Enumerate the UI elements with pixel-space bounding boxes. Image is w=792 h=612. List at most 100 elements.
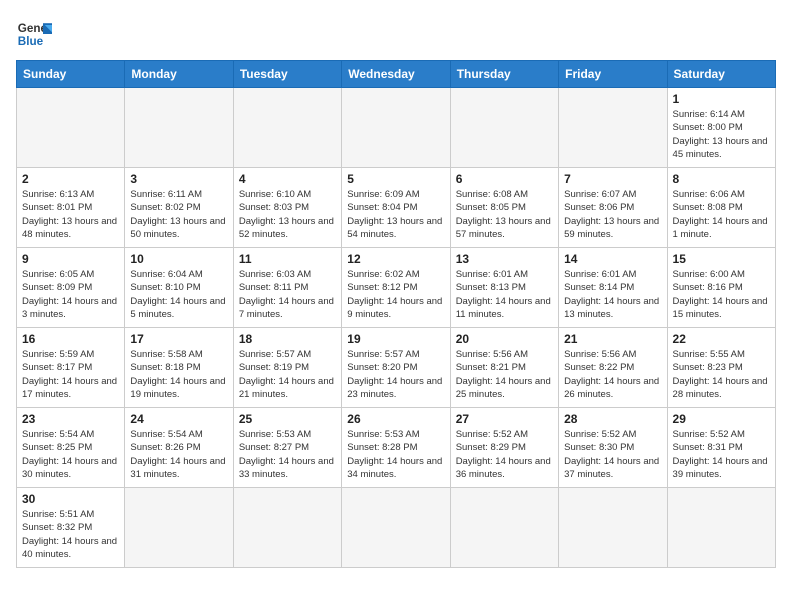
calendar-cell: 7Sunrise: 6:07 AM Sunset: 8:06 PM Daylig… (559, 168, 667, 248)
day-info: Sunrise: 6:06 AM Sunset: 8:08 PM Dayligh… (673, 188, 770, 241)
day-info: Sunrise: 6:00 AM Sunset: 8:16 PM Dayligh… (673, 268, 770, 321)
calendar-cell: 27 Sunrise: 5:52 AM Sunset: 8:29 PM Dayli… (450, 408, 558, 488)
calendar-cell: 5 Sunrise: 6:09 AM Sunset: 8:04 PM Daylig… (342, 168, 450, 248)
day-info: Sunrise: 6:09 AM Sunset: 8:04 PM Dayligh… (347, 188, 444, 241)
calendar-cell: 21 Sunrise: 5:56 AM Sunset: 8:22 PM Dayli… (559, 328, 667, 408)
day-info: Sunrise: 5:57 AM Sunset: 8:20 PM Dayligh… (347, 348, 444, 401)
calendar-cell: 1 Sunrise: 6:14 AM Sunset: 8:00 PM Daylig… (667, 88, 775, 168)
day-number: 20 (456, 332, 553, 346)
calendar-cell (342, 488, 450, 568)
day-info: Sunrise: 5:52 AM Sunset: 8:30 PM Dayligh… (564, 428, 661, 481)
day-info: Sunrise: 5:52 AM Sunset: 8:31 PM Dayligh… (673, 428, 770, 481)
calendar-cell: 17 Sunrise: 5:58 AM Sunset: 8:18 PM Dayli… (125, 328, 233, 408)
svg-text:Blue: Blue (18, 35, 44, 48)
calendar-header-tuesday: Tuesday (233, 61, 341, 88)
day-info: Sunrise: 5:59 AM Sunset: 8:17 PM Dayligh… (22, 348, 119, 401)
calendar-week-row: 30 Sunrise: 5:51 AM Sunset: 8:32 PM Dayli… (17, 488, 776, 568)
day-info: Sunrise: 5:53 AM Sunset: 8:28 PM Dayligh… (347, 428, 444, 481)
day-info: Sunrise: 6:14 AM Sunset: 8:00 PM Dayligh… (673, 108, 770, 161)
day-info: Sunrise: 6:01 AM Sunset: 8:13 PM Dayligh… (456, 268, 553, 321)
day-info: Sunrise: 5:54 AM Sunset: 8:26 PM Dayligh… (130, 428, 227, 481)
calendar-header-monday: Monday (125, 61, 233, 88)
day-info: Sunrise: 5:52 AM Sunset: 8:29 PM Dayligh… (456, 428, 553, 481)
calendar-cell: 20 Sunrise: 5:56 AM Sunset: 8:21 PM Dayli… (450, 328, 558, 408)
calendar-cell: 18 Sunrise: 5:57 AM Sunset: 8:19 PM Dayli… (233, 328, 341, 408)
calendar-week-row: 2 Sunrise: 6:13 AM Sunset: 8:01 PM Daylig… (17, 168, 776, 248)
calendar-header-row: SundayMondayTuesdayWednesdayThursdayFrid… (17, 61, 776, 88)
day-number: 30 (22, 492, 119, 506)
calendar-cell (233, 488, 341, 568)
calendar-cell: 22Sunrise: 5:55 AM Sunset: 8:23 PM Dayli… (667, 328, 775, 408)
calendar-week-row: 1 Sunrise: 6:14 AM Sunset: 8:00 PM Daylig… (17, 88, 776, 168)
calendar-cell: 23Sunrise: 5:54 AM Sunset: 8:25 PM Dayli… (17, 408, 125, 488)
calendar-cell (125, 488, 233, 568)
calendar-cell: 12Sunrise: 6:02 AM Sunset: 8:12 PM Dayli… (342, 248, 450, 328)
day-number: 19 (347, 332, 444, 346)
day-number: 18 (239, 332, 336, 346)
calendar-cell: 6Sunrise: 6:08 AM Sunset: 8:05 PM Daylig… (450, 168, 558, 248)
calendar-cell: 19 Sunrise: 5:57 AM Sunset: 8:20 PM Dayli… (342, 328, 450, 408)
calendar-cell: 9 Sunrise: 6:05 AM Sunset: 8:09 PM Daylig… (17, 248, 125, 328)
calendar-cell (125, 88, 233, 168)
day-number: 9 (22, 252, 119, 266)
day-info: Sunrise: 6:03 AM Sunset: 8:11 PM Dayligh… (239, 268, 336, 321)
day-info: Sunrise: 5:56 AM Sunset: 8:21 PM Dayligh… (456, 348, 553, 401)
day-number: 15 (673, 252, 770, 266)
day-info: Sunrise: 5:55 AM Sunset: 8:23 PM Dayligh… (673, 348, 770, 401)
calendar-cell: 28Sunrise: 5:52 AM Sunset: 8:30 PM Dayli… (559, 408, 667, 488)
day-info: Sunrise: 6:13 AM Sunset: 8:01 PM Dayligh… (22, 188, 119, 241)
day-number: 2 (22, 172, 119, 186)
day-info: Sunrise: 6:10 AM Sunset: 8:03 PM Dayligh… (239, 188, 336, 241)
calendar-header-thursday: Thursday (450, 61, 558, 88)
calendar-cell (450, 88, 558, 168)
day-info: Sunrise: 5:57 AM Sunset: 8:19 PM Dayligh… (239, 348, 336, 401)
day-number: 17 (130, 332, 227, 346)
day-info: Sunrise: 5:53 AM Sunset: 8:27 PM Dayligh… (239, 428, 336, 481)
calendar-cell (233, 88, 341, 168)
calendar-cell: 15 Sunrise: 6:00 AM Sunset: 8:16 PM Dayli… (667, 248, 775, 328)
calendar-cell: 29 Sunrise: 5:52 AM Sunset: 8:31 PM Dayli… (667, 408, 775, 488)
calendar-cell (17, 88, 125, 168)
calendar-week-row: 23Sunrise: 5:54 AM Sunset: 8:25 PM Dayli… (17, 408, 776, 488)
day-number: 27 (456, 412, 553, 426)
logo: General Blue (16, 16, 52, 52)
calendar-cell: 25 Sunrise: 5:53 AM Sunset: 8:27 PM Dayli… (233, 408, 341, 488)
day-info: Sunrise: 5:58 AM Sunset: 8:18 PM Dayligh… (130, 348, 227, 401)
calendar-week-row: 9 Sunrise: 6:05 AM Sunset: 8:09 PM Daylig… (17, 248, 776, 328)
calendar-header-friday: Friday (559, 61, 667, 88)
calendar-cell: 8 Sunrise: 6:06 AM Sunset: 8:08 PM Daylig… (667, 168, 775, 248)
day-info: Sunrise: 6:11 AM Sunset: 8:02 PM Dayligh… (130, 188, 227, 241)
day-info: Sunrise: 5:51 AM Sunset: 8:32 PM Dayligh… (22, 508, 119, 561)
calendar-cell: 24 Sunrise: 5:54 AM Sunset: 8:26 PM Dayli… (125, 408, 233, 488)
calendar-header-sunday: Sunday (17, 61, 125, 88)
day-number: 29 (673, 412, 770, 426)
day-info: Sunrise: 6:01 AM Sunset: 8:14 PM Dayligh… (564, 268, 661, 321)
calendar-cell: 13Sunrise: 6:01 AM Sunset: 8:13 PM Dayli… (450, 248, 558, 328)
day-number: 16 (22, 332, 119, 346)
calendar-cell: 3 Sunrise: 6:11 AM Sunset: 8:02 PM Daylig… (125, 168, 233, 248)
calendar-cell (667, 488, 775, 568)
day-number: 10 (130, 252, 227, 266)
page-header: General Blue (16, 16, 776, 52)
day-info: Sunrise: 6:04 AM Sunset: 8:10 PM Dayligh… (130, 268, 227, 321)
calendar-cell: 2 Sunrise: 6:13 AM Sunset: 8:01 PM Daylig… (17, 168, 125, 248)
day-number: 6 (456, 172, 553, 186)
day-number: 24 (130, 412, 227, 426)
calendar-cell: 10 Sunrise: 6:04 AM Sunset: 8:10 PM Dayli… (125, 248, 233, 328)
day-number: 5 (347, 172, 444, 186)
day-info: Sunrise: 5:56 AM Sunset: 8:22 PM Dayligh… (564, 348, 661, 401)
calendar-body: 1 Sunrise: 6:14 AM Sunset: 8:00 PM Daylig… (17, 88, 776, 568)
day-number: 21 (564, 332, 661, 346)
day-info: Sunrise: 6:05 AM Sunset: 8:09 PM Dayligh… (22, 268, 119, 321)
day-number: 25 (239, 412, 336, 426)
day-info: Sunrise: 6:07 AM Sunset: 8:06 PM Dayligh… (564, 188, 661, 241)
day-number: 23 (22, 412, 119, 426)
day-number: 3 (130, 172, 227, 186)
day-info: Sunrise: 6:02 AM Sunset: 8:12 PM Dayligh… (347, 268, 444, 321)
day-number: 8 (673, 172, 770, 186)
calendar-header-saturday: Saturday (667, 61, 775, 88)
calendar-header-wednesday: Wednesday (342, 61, 450, 88)
day-number: 1 (673, 92, 770, 106)
day-number: 26 (347, 412, 444, 426)
calendar-cell: 11Sunrise: 6:03 AM Sunset: 8:11 PM Dayli… (233, 248, 341, 328)
